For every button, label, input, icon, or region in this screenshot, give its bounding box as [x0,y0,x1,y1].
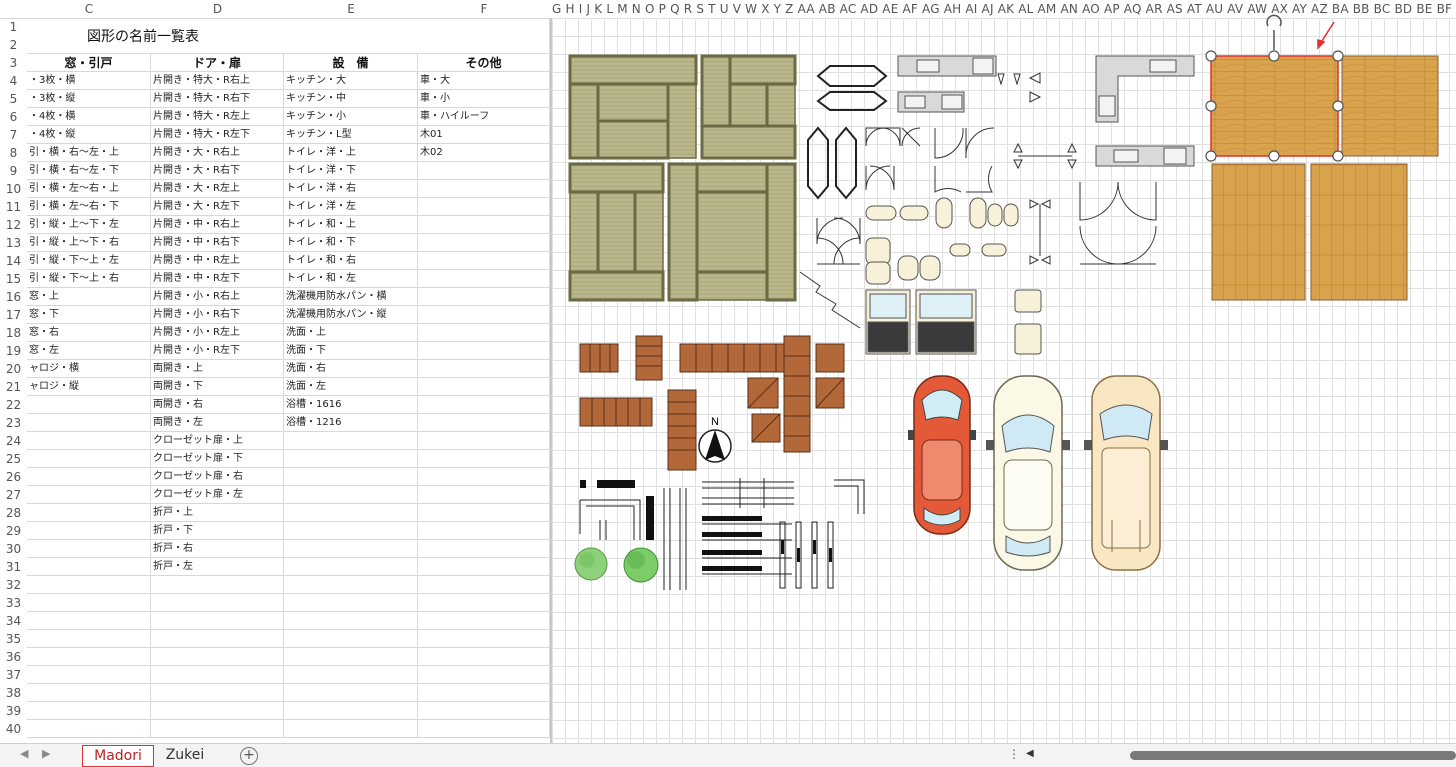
washbasin-shapes[interactable] [1014,289,1042,355]
window-shapes[interactable] [807,65,888,200]
tatami-shape-1[interactable] [568,54,698,160]
north-label: N [711,416,719,428]
kitchen-shapes[interactable] [897,55,1195,167]
spreadsheet-window: C D E F G H I J K L M N O P Q R S T U V … [0,0,1456,767]
tatami-shape-4[interactable] [667,162,797,302]
horizontal-scrollbar[interactable] [1130,751,1456,760]
next-sheet-icon[interactable]: ▶ [42,747,50,760]
car-small-shape[interactable] [986,375,1070,571]
car-highroof-shape[interactable] [1084,375,1168,571]
tab-madori[interactable]: Madori [82,745,154,767]
car-red-shape[interactable] [908,375,976,535]
sheet-tab-bar: ◀ ▶ Madori Zukei + ⋮ ◀ [0,743,1456,767]
north-compass-icon[interactable]: N [698,416,732,463]
tab-zukei[interactable]: Zukei [157,745,213,765]
add-sheet-button[interactable]: + [240,747,258,765]
prev-sheet-icon[interactable]: ◀ [20,747,28,760]
selected-wood-floor[interactable] [1205,14,1344,162]
floorplan-shapes-canvas: N [568,14,1439,590]
break-line-shape[interactable] [799,271,861,329]
tatami-shape-2[interactable] [700,54,797,160]
wall-shapes[interactable] [579,478,865,590]
more-options-icon[interactable]: ⋮ [1008,747,1020,761]
pointer-arrow-icon [1317,21,1335,50]
arrow-triangle-shapes[interactable] [997,72,1077,265]
bathtub-shapes[interactable] [865,289,977,355]
rotate-handle-icon[interactable] [1266,14,1282,50]
tatami-shape-3[interactable] [568,162,665,302]
toilet-shapes[interactable] [865,197,1019,285]
scroll-left-icon[interactable]: ◀ [1026,748,1034,759]
tree-shapes[interactable] [574,547,659,583]
